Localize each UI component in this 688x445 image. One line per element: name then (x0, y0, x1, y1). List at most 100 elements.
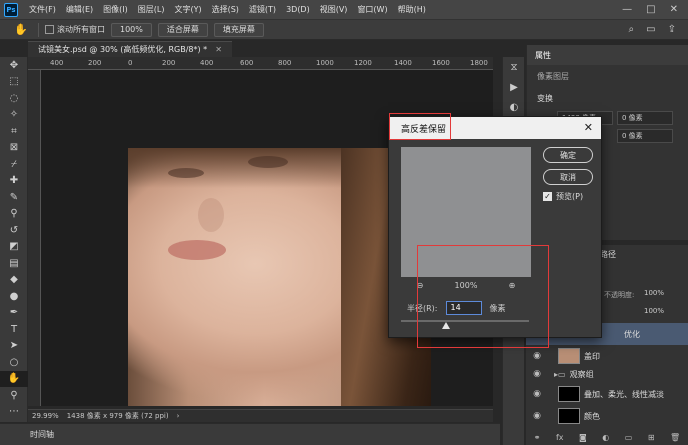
group-icon[interactable]: ▭ (625, 433, 633, 442)
share-icon[interactable]: ⇪ (668, 24, 676, 35)
menu-file[interactable]: 文件(F) (24, 4, 61, 15)
type-tool-icon[interactable]: T (0, 321, 28, 338)
close-tab-icon[interactable]: ✕ (215, 45, 222, 54)
cancel-button[interactable]: 取消 (543, 169, 593, 185)
shape-tool-icon[interactable]: ○ (0, 354, 28, 371)
trash-icon[interactable]: 🗑 (670, 433, 680, 442)
document-title: 试镜美女.psd @ 30% (高低频优化, RGB/8*) * (38, 45, 208, 54)
tools-panel: ✥ ⬚ ◌ ✧ ⌗ ⊠ ⌿ ✚ ✎ ⚲ ↺ ◩ ▤ ◆ ● ✒ T ➤ ○ ✋ … (0, 57, 28, 422)
pixel-layer-label: 像素图层 (537, 72, 569, 81)
workspace-icon[interactable]: ▭ (646, 24, 655, 35)
layer-row[interactable]: ◉ 叠加、柔光、线性减淡 (526, 383, 688, 405)
layer-name: 观察组 (569, 369, 594, 379)
visibility-eye-icon[interactable]: ◉ (530, 351, 544, 361)
frame-tool-icon[interactable]: ⊠ (0, 140, 28, 157)
photoshop-logo-icon[interactable]: Ps (4, 2, 18, 17)
folder-icon: ▸▭ (554, 369, 566, 379)
maximize-icon[interactable]: □ (646, 4, 655, 15)
hand-tool-active-icon[interactable]: ✋ (0, 370, 28, 387)
timeline-panel: 时间轴 (0, 423, 500, 445)
healing-brush-tool-icon[interactable]: ✚ (0, 173, 28, 190)
menu-layer[interactable]: 图层(L) (133, 4, 170, 15)
layer-thumbnail (558, 386, 580, 402)
visibility-eye-icon[interactable]: ◉ (530, 389, 544, 399)
pen-tool-icon[interactable]: ✒ (0, 305, 28, 322)
preview-checkbox[interactable]: ✓ (543, 192, 552, 201)
lips-shape (168, 240, 226, 260)
clone-stamp-tool-icon[interactable]: ⚲ (0, 206, 28, 223)
play-icon[interactable]: ▶ (503, 77, 525, 97)
document-tab[interactable]: 试镜美女.psd @ 30% (高低频优化, RGB/8*) * ✕ (28, 41, 232, 57)
ruler-tick-label: 200 (88, 59, 102, 67)
fill-value[interactable]: 100% (644, 307, 664, 315)
fill-screen-button[interactable]: 填充屏幕 (213, 22, 264, 37)
menu-view[interactable]: 视图(V) (315, 4, 353, 15)
ok-button[interactable]: 确定 (543, 147, 593, 163)
blur-tool-icon[interactable]: ◆ (0, 272, 28, 289)
history-icon[interactable]: ⧖ (503, 57, 525, 77)
crop-tool-icon[interactable]: ⌗ (0, 123, 28, 140)
layer-group-row[interactable]: ◉ ▸▭ 观察组 (526, 363, 688, 385)
ruler-tick-label: 1400 (394, 59, 412, 67)
move-tool-icon[interactable]: ✥ (0, 57, 28, 74)
new-layer-icon[interactable]: ⊞ (648, 433, 655, 442)
menu-filter[interactable]: 滤镜(T) (244, 4, 281, 15)
options-right: ⌕ ▭ ⇪ (629, 24, 688, 35)
adjustments-icon[interactable]: ◐ (503, 97, 525, 117)
history-brush-tool-icon[interactable]: ↺ (0, 222, 28, 239)
visibility-eye-icon[interactable]: ◉ (530, 411, 544, 421)
status-arrow-icon[interactable]: › (177, 412, 180, 420)
menu-help[interactable]: 帮助(H) (393, 4, 431, 15)
magic-wand-tool-icon[interactable]: ✧ (0, 107, 28, 124)
fx-icon[interactable]: fx (556, 433, 564, 442)
menu-3d[interactable]: 3D(D) (281, 5, 315, 14)
menu-edit[interactable]: 编辑(E) (61, 4, 98, 15)
layer-row[interactable]: ◉ 颜色 (526, 405, 688, 427)
visibility-eye-icon[interactable]: ◉ (530, 369, 544, 379)
opacity-value[interactable]: 100% (644, 289, 664, 297)
properties-header[interactable]: 属性 (527, 45, 688, 65)
zoom-100-button[interactable]: 100% (111, 22, 152, 37)
scroll-all-label: 滚动所有窗口 (57, 25, 105, 34)
fit-screen-button[interactable]: 适合屏幕 (157, 22, 208, 37)
layer-name: 盖印 (584, 351, 600, 361)
ruler-tick-label: 200 (162, 59, 176, 67)
dialog-close-icon[interactable]: ✕ (584, 121, 593, 134)
menu-type[interactable]: 文字(Y) (169, 4, 206, 15)
layer-name: 叠加、柔光、线性减淡 (584, 389, 664, 399)
search-icon[interactable]: ⌕ (629, 24, 635, 35)
mask-icon[interactable]: ◙ (579, 433, 587, 442)
lasso-tool-icon[interactable]: ◌ (0, 90, 28, 107)
layer-name: 优化 (624, 329, 640, 339)
paths-tab[interactable]: 路径 (600, 249, 616, 260)
minimize-icon[interactable]: — (622, 4, 632, 15)
menu-image[interactable]: 图像(I) (98, 4, 133, 15)
brush-tool-icon[interactable]: ✎ (0, 189, 28, 206)
close-icon[interactable]: ✕ (670, 4, 678, 15)
eraser-tool-icon[interactable]: ◩ (0, 239, 28, 256)
preview-checkbox-row[interactable]: ✓ 预览(P) (543, 191, 583, 202)
ruler-tick-label: 1800 (470, 59, 488, 67)
left-ruler (28, 70, 41, 406)
hand-tool-icon[interactable]: ✋ (14, 23, 28, 36)
path-selection-tool-icon[interactable]: ➤ (0, 338, 28, 355)
timeline-tab[interactable]: 时间轴 (30, 429, 54, 440)
menu-window[interactable]: 窗口(W) (352, 4, 392, 15)
scroll-all-checkbox[interactable] (45, 25, 54, 34)
gradient-tool-icon[interactable]: ▤ (0, 255, 28, 272)
zoom-tool-icon[interactable]: ⚲ (0, 387, 28, 404)
x-field[interactable]: 0 像素 (617, 111, 673, 125)
menu-bar: Ps 文件(F) 编辑(E) 图像(I) 图层(L) 文字(Y) 选择(S) 滤… (0, 0, 688, 20)
zoom-level[interactable]: 29.99% (32, 412, 59, 420)
eyedropper-tool-icon[interactable]: ⌿ (0, 156, 28, 173)
more-tools-icon[interactable]: ⋯ (0, 404, 28, 421)
y-field[interactable]: 0 像素 (617, 129, 673, 143)
marquee-tool-icon[interactable]: ⬚ (0, 74, 28, 91)
link-icon[interactable]: ⚭ (534, 433, 541, 442)
dodge-tool-icon[interactable]: ● (0, 288, 28, 305)
layer-name: 颜色 (584, 411, 600, 421)
ruler-tick-label: 0 (128, 59, 133, 67)
menu-select[interactable]: 选择(S) (207, 4, 244, 15)
adjustment-icon[interactable]: ◐ (602, 433, 609, 442)
ruler-tick-label: 1200 (354, 59, 372, 67)
